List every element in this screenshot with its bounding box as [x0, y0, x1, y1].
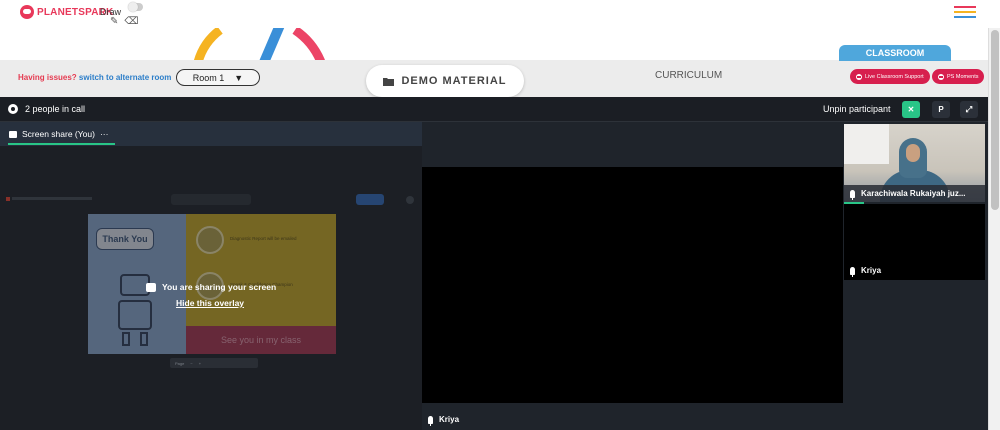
mic-icon — [428, 415, 433, 426]
fullscreen-icon[interactable]: ⤢ — [960, 101, 978, 118]
background-wall — [844, 124, 889, 164]
participant-name-tag: Kriya — [428, 415, 460, 426]
participant-tile[interactable]: Karachiwala Rukaiyah juz... — [844, 124, 985, 202]
screen-share-panel: Screen share (You) ··· Thank You Diagnos… — [0, 122, 422, 430]
sharing-message: You are sharing your screen — [146, 282, 276, 292]
top-header: PLANETSPARK Draw ✎ ⌫ — [0, 0, 1000, 28]
ps-moments-button[interactable]: PS Moments — [932, 69, 985, 84]
screen-share-label: Screen share (You) ··· — [9, 129, 108, 139]
sharing-message-text: You are sharing your screen — [162, 282, 277, 292]
participant-name-tag: Kriya — [850, 266, 882, 277]
folder-icon — [383, 77, 395, 86]
screen-share-title: Screen share (You) — [22, 129, 95, 139]
camera-icon — [938, 73, 944, 80]
gear-icon[interactable] — [8, 104, 18, 114]
participant-name: Karachiwala Rukaiyah juz... — [861, 189, 966, 198]
page-controls[interactable]: Page − + — [170, 358, 258, 368]
participant-list: Karachiwala Rukaiyah juz... Kriya — [844, 122, 988, 430]
room-select[interactable]: Room 1 ▼ — [176, 69, 260, 86]
class-toolbar: Having issues? switch to alternate room … — [0, 60, 1000, 97]
pin-button[interactable]: P — [932, 101, 950, 118]
name-tag-bar — [844, 344, 985, 362]
classroom-tab[interactable]: CLASSROOM — [839, 45, 951, 61]
draw-tools: ✎ ⌫ — [110, 16, 139, 27]
pencil-icon[interactable]: ✎ — [110, 16, 118, 27]
page-label: Page — [175, 360, 185, 366]
zoom-out-icon[interactable]: − — [190, 361, 192, 366]
mic-icon — [850, 266, 855, 277]
issues-text: Having issues? switch to alternate room — [18, 73, 171, 82]
call-panel: 2 people in call Unpin participant ✕ P ⤢… — [0, 97, 988, 430]
participant-name-tag: Karachiwala Rukaiyah juz... — [850, 189, 966, 200]
curriculum-tab[interactable]: CURRICULUM — [655, 70, 722, 81]
unpin-icon[interactable]: ✕ — [902, 101, 920, 118]
caret-down-icon: ▼ — [234, 72, 244, 83]
participant-video — [906, 144, 920, 162]
live-support-button[interactable]: Live Classroom Support — [850, 69, 930, 84]
video-feed — [422, 167, 843, 403]
hide-overlay-link[interactable]: Hide this overlay — [176, 298, 244, 308]
draw-toggle[interactable] — [128, 2, 143, 12]
ps-moments-label: PS Moments — [947, 73, 979, 80]
screen-share-tab[interactable]: Screen share (You) ··· — [0, 122, 422, 146]
participant-tile-main[interactable]: Kriya — [422, 122, 844, 430]
zoom-in-icon[interactable]: + — [199, 361, 201, 366]
alternate-room-link[interactable]: switch to alternate room — [79, 73, 171, 82]
app-root: PLANETSPARK Draw ✎ ⌫ CLASSROOM Having is… — [0, 0, 1000, 430]
page-scrollbar[interactable] — [988, 28, 1000, 430]
call-header: 2 people in call Unpin participant ✕ P ⤢ — [0, 97, 988, 122]
live-support-label: Live Classroom Support — [865, 73, 924, 80]
shared-screen-preview: Thank You Diagnostic Report will be emai… — [0, 192, 420, 372]
participant-tile[interactable]: Kriya — [844, 204, 985, 362]
draw-controls: Draw ✎ ⌫ — [100, 2, 143, 27]
room-select-value: Room 1 — [192, 72, 225, 83]
unpin-participant-label[interactable]: Unpin participant — [823, 104, 891, 114]
mic-icon — [850, 189, 855, 200]
logo-mark-icon — [20, 5, 34, 19]
screen-share-icon — [146, 282, 156, 292]
scroll-thumb[interactable] — [991, 30, 999, 210]
participant-name: Kriya — [439, 415, 460, 424]
active-tab-indicator — [8, 143, 115, 145]
participant-name: Kriya — [861, 266, 882, 275]
demo-material-label: DEMO MATERIAL — [401, 75, 507, 87]
eraser-icon[interactable]: ⌫ — [124, 16, 138, 27]
menu-icon[interactable] — [954, 6, 976, 18]
people-count: 2 people in call — [25, 104, 86, 114]
monitor-icon — [9, 130, 17, 138]
support-icon — [856, 73, 862, 80]
issues-label: Having issues? — [18, 73, 77, 82]
more-icon[interactable]: ··· — [100, 129, 109, 139]
demo-material-button[interactable]: DEMO MATERIAL — [366, 65, 524, 97]
